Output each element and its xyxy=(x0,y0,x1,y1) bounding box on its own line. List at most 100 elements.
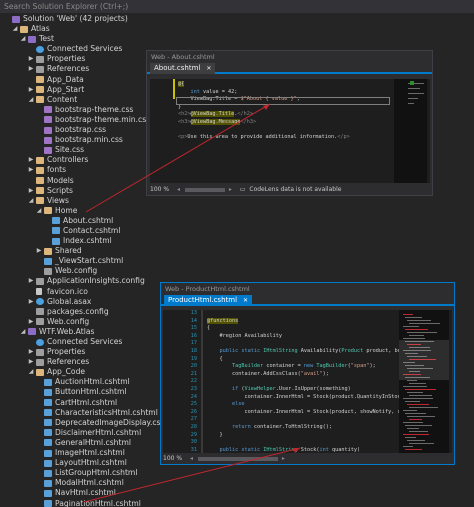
code-line: container.AddCssClass("avail"); xyxy=(207,370,329,377)
tree-item-label: Connected Services xyxy=(47,337,123,346)
tree-item[interactable]: ◢ Home xyxy=(0,206,474,216)
css-icon xyxy=(44,136,52,144)
cshtml-icon xyxy=(44,439,52,447)
collapse-icon[interactable]: ▶ xyxy=(35,246,43,256)
code-line: { xyxy=(207,355,223,362)
minimap-line xyxy=(409,383,426,384)
line-number: 18 xyxy=(190,347,197,354)
tree-item[interactable]: ◢ Views xyxy=(0,196,474,206)
collapse-icon[interactable]: ▶ xyxy=(27,85,35,95)
scroll-right-icon[interactable]: ▸ xyxy=(282,455,285,462)
line-number: 26 xyxy=(190,408,197,415)
minimap[interactable] xyxy=(394,79,427,183)
horizontal-scrollbar[interactable] xyxy=(197,456,278,461)
collapse-icon[interactable]: ▶ xyxy=(27,317,35,327)
expand-icon[interactable]: ◢ xyxy=(27,367,35,377)
minimap-line xyxy=(403,326,419,327)
tree-item-label: ModalHtml.cshtml xyxy=(55,478,124,488)
minimap[interactable] xyxy=(399,310,449,453)
folder-icon xyxy=(44,207,52,215)
tree-item-label: Global.asax xyxy=(47,296,92,306)
minimap-viewport[interactable] xyxy=(399,340,449,380)
tree-item-label: _ViewStart.cshtml xyxy=(55,256,124,266)
tree-item-label: References xyxy=(47,357,90,367)
config-icon xyxy=(44,267,52,275)
collapse-icon[interactable]: ▶ xyxy=(27,276,35,286)
tree-item-label: ButtonHtml.cshtml xyxy=(55,387,127,397)
collapse-icon[interactable]: ▶ xyxy=(27,54,35,64)
tree-item-label: NavHtml.cshtml xyxy=(55,488,116,498)
cshtml-icon xyxy=(44,419,52,427)
code-lines: @{ int value = 42; ViewBag.Title = $"Abo… xyxy=(178,81,350,142)
code-lines: @functions{ #region Availability public … xyxy=(207,310,404,453)
tree-item-label: Web.config xyxy=(55,266,98,276)
collapse-icon[interactable]: ▶ xyxy=(27,347,35,357)
codelens-icon: ▭ xyxy=(239,186,246,193)
expand-icon[interactable]: ◢ xyxy=(19,34,27,44)
window-title: Web - About.cshtml xyxy=(151,53,215,61)
minimap-line xyxy=(407,392,423,393)
collapse-icon[interactable]: ▶ xyxy=(27,186,35,196)
tree-item[interactable]: Solution 'Web' (42 projects) xyxy=(0,14,474,24)
tab-bar: About.cshtml ✕ xyxy=(147,63,432,74)
code-line: int value = 42; xyxy=(190,88,238,95)
config-icon xyxy=(36,308,44,316)
search-input[interactable]: Search Solution Explorer (Ctrl+;) xyxy=(0,0,474,13)
tree-item[interactable]: PaginationHtml.cshtml xyxy=(0,499,474,507)
expand-icon[interactable]: ◢ xyxy=(35,206,43,216)
horizontal-scrollbar[interactable] xyxy=(184,187,225,192)
tab-about[interactable]: About.cshtml ✕ xyxy=(150,63,216,74)
tree-item-label: Web.config xyxy=(47,316,90,326)
tab-product[interactable]: ProductHtml.cshtml ✕ xyxy=(164,295,253,306)
scroll-left-icon[interactable]: ◂ xyxy=(190,455,193,462)
expand-icon[interactable]: ◢ xyxy=(11,24,19,34)
minimap-line xyxy=(403,434,429,435)
tree-item[interactable]: About.cshtml xyxy=(0,216,474,226)
expand-icon[interactable]: ◢ xyxy=(27,95,35,105)
expand-icon[interactable]: ◢ xyxy=(19,327,27,337)
code-editor[interactable]: @{ int value = 42; ViewBag.Title = $"Abo… xyxy=(150,79,430,183)
tree-item[interactable]: _ViewStart.cshtml xyxy=(0,256,474,266)
zoom-level[interactable]: 100 % xyxy=(150,186,169,193)
close-icon[interactable]: ✕ xyxy=(206,65,211,72)
file-icon xyxy=(36,288,42,296)
collapse-icon[interactable]: ▶ xyxy=(27,165,35,175)
collapse-icon[interactable]: ▶ xyxy=(27,357,35,367)
code-editor[interactable]: 1314151617181920212223242526272829303132… xyxy=(163,310,452,453)
tab-bar: ProductHtml.cshtml ✕ xyxy=(161,295,454,306)
tree-item[interactable]: ◢ Test xyxy=(0,34,474,44)
scroll-left-icon[interactable]: ◂ xyxy=(177,186,180,193)
tree-item[interactable]: ◢ Atlas xyxy=(0,24,474,34)
about-editor-window[interactable]: Web - About.cshtml About.cshtml ✕ @{ int … xyxy=(146,50,433,196)
line-number: 28 xyxy=(190,423,197,430)
tree-item-label: GeneralHtml.cshtml xyxy=(55,437,131,447)
line-number: 22 xyxy=(190,378,197,385)
line-number: 23 xyxy=(190,385,197,392)
zoom-level[interactable]: 100 % xyxy=(163,455,182,462)
folder-icon xyxy=(44,247,52,255)
collapse-icon[interactable]: ▶ xyxy=(27,155,35,165)
close-icon[interactable]: ✕ xyxy=(243,297,248,304)
folder-icon xyxy=(36,187,44,195)
tree-item[interactable]: NavHtml.cshtml xyxy=(0,488,474,498)
minimap-line xyxy=(403,314,413,315)
folder-icon xyxy=(36,177,44,184)
tree-item[interactable]: ModalHtml.cshtml xyxy=(0,478,474,488)
tree-item[interactable]: Index.cshtml xyxy=(0,236,474,246)
collapse-icon[interactable]: ▶ xyxy=(27,64,35,74)
tree-item-label: Shared xyxy=(55,246,82,256)
expand-icon[interactable]: ◢ xyxy=(27,196,35,206)
scroll-right-icon[interactable]: ▸ xyxy=(229,186,232,193)
tree-item[interactable]: ▶ Shared xyxy=(0,246,474,256)
product-editor-window[interactable]: Web - ProductHtml.cshtml ProductHtml.csh… xyxy=(160,282,455,465)
folder-icon xyxy=(36,96,44,104)
tree-item[interactable]: Contact.cshtml xyxy=(0,226,474,236)
tree-item[interactable]: Web.config xyxy=(0,266,474,276)
collapse-icon[interactable]: ▶ xyxy=(27,297,35,307)
tree-item-label: AuctionHtml.cshtml xyxy=(55,377,130,387)
folder-icon xyxy=(36,166,44,174)
cshtml-icon xyxy=(52,227,60,235)
tree-item[interactable]: ListGroupHtml.cshtml xyxy=(0,468,474,478)
cshtml-icon xyxy=(44,378,52,386)
